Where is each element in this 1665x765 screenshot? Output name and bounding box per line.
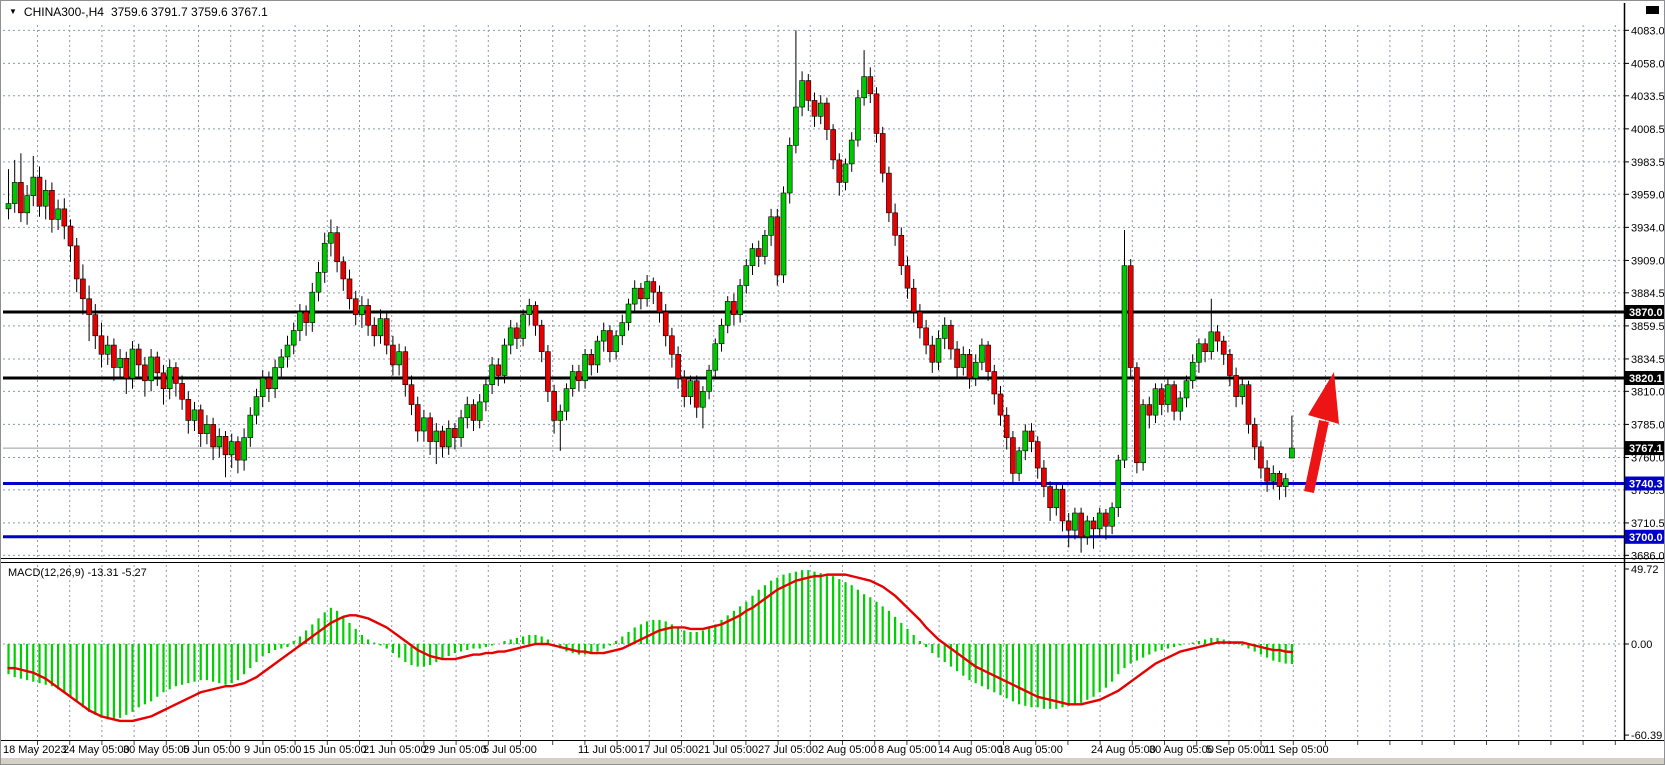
svg-text:3820.1: 3820.1 [1629, 373, 1663, 385]
chart-window: 4083.0 4058.0 4033.5 4008.5 3983.5 3959.0 3934… [0, 0, 1665, 765]
svg-text:17 Jul 05:00: 17 Jul 05:00 [638, 744, 698, 756]
svg-text:27 Jul 05:00: 27 Jul 05:00 [758, 744, 818, 756]
svg-text:49.72: 49.72 [1631, 564, 1659, 576]
chart-canvas[interactable]: 4083.0 4058.0 4033.5 4008.5 3983.5 3959.0 3934… [1, 1, 1664, 764]
svg-text:3834.5: 3834.5 [1631, 354, 1664, 366]
svg-text:14 Aug 05:00: 14 Aug 05:00 [938, 744, 1003, 756]
svg-text:8 Aug 05:00: 8 Aug 05:00 [878, 744, 937, 756]
svg-text:5 Jul 05:00: 5 Jul 05:00 [483, 744, 537, 756]
svg-text:4083.0: 4083.0 [1631, 25, 1664, 37]
svg-text:3884.5: 3884.5 [1631, 288, 1664, 300]
symbol-dropdown-icon[interactable]: ▼ [9, 6, 17, 18]
svg-text:4058.0: 4058.0 [1631, 58, 1664, 70]
svg-text:3959.0: 3959.0 [1631, 189, 1664, 201]
svg-text:3686.0: 3686.0 [1631, 550, 1664, 562]
svg-text:5 Sep 05:00: 5 Sep 05:00 [1206, 744, 1265, 756]
svg-text:9 Jun 05:00: 9 Jun 05:00 [244, 744, 302, 756]
svg-text:3767.1: 3767.1 [1629, 443, 1663, 455]
svg-text:4033.5: 4033.5 [1631, 91, 1664, 103]
svg-text:11 Jul 05:00: 11 Jul 05:00 [578, 744, 637, 756]
svg-text:29 Jun 05:00: 29 Jun 05:00 [423, 744, 487, 756]
svg-text:3983.5: 3983.5 [1631, 157, 1664, 169]
svg-text:3785.0: 3785.0 [1631, 419, 1664, 431]
svg-text:2 Aug 05:00: 2 Aug 05:00 [818, 744, 877, 756]
symbol-period-label: CHINA300-,H4 [24, 5, 104, 19]
svg-text:15 Jun 05:00: 15 Jun 05:00 [303, 744, 367, 756]
svg-text:21 Jul 05:00: 21 Jul 05:00 [698, 744, 758, 756]
ohlc-quote: 3759.6 3791.7 3759.6 3767.1 [111, 5, 268, 19]
svg-text:3810.0: 3810.0 [1631, 386, 1664, 398]
svg-text:3700.0: 3700.0 [1629, 532, 1663, 544]
svg-text:3710.5: 3710.5 [1631, 518, 1664, 530]
svg-text:21 Jun 05:00: 21 Jun 05:00 [363, 744, 427, 756]
chart-shift-marker-icon[interactable] [1646, 6, 1659, 14]
macd-indicator-label: MACD(12,26,9) -13.31 -5.27 [8, 567, 147, 579]
svg-text:-60.39: -60.39 [1631, 730, 1662, 742]
window-bottom-strip [1, 758, 1664, 764]
trend-arrow[interactable] [1308, 372, 1339, 492]
svg-text:3859.5: 3859.5 [1631, 321, 1664, 333]
svg-text:5 Jun 05:00: 5 Jun 05:00 [183, 744, 241, 756]
svg-text:24 May 05:00: 24 May 05:00 [63, 744, 130, 756]
svg-text:4008.5: 4008.5 [1631, 124, 1664, 136]
time-axis: 18 May 202324 May 05:0030 May 05:005 Jun… [3, 741, 1615, 756]
macd-histogram [9, 570, 1292, 719]
svg-text:30 Aug 05:00: 30 Aug 05:00 [1149, 744, 1214, 756]
svg-text:30 May 05:00: 30 May 05:00 [123, 744, 190, 756]
svg-text:0.00: 0.00 [1631, 639, 1652, 651]
svg-text:3870.0: 3870.0 [1629, 307, 1663, 319]
svg-text:3909.0: 3909.0 [1631, 255, 1664, 267]
svg-text:3740.3: 3740.3 [1629, 479, 1663, 491]
svg-text:11 Sep 05:00: 11 Sep 05:00 [1264, 744, 1329, 756]
svg-text:18 May 2023: 18 May 2023 [3, 744, 67, 756]
symbol-quote-bar: ▼ CHINA300-,H4 3759.6 3791.7 3759.6 3767… [9, 5, 268, 19]
svg-text:3934.0: 3934.0 [1631, 222, 1664, 234]
svg-text:24 Aug 05:00: 24 Aug 05:00 [1091, 744, 1156, 756]
svg-text:18 Aug 05:00: 18 Aug 05:00 [998, 744, 1063, 756]
candles-layer [6, 30, 1294, 552]
